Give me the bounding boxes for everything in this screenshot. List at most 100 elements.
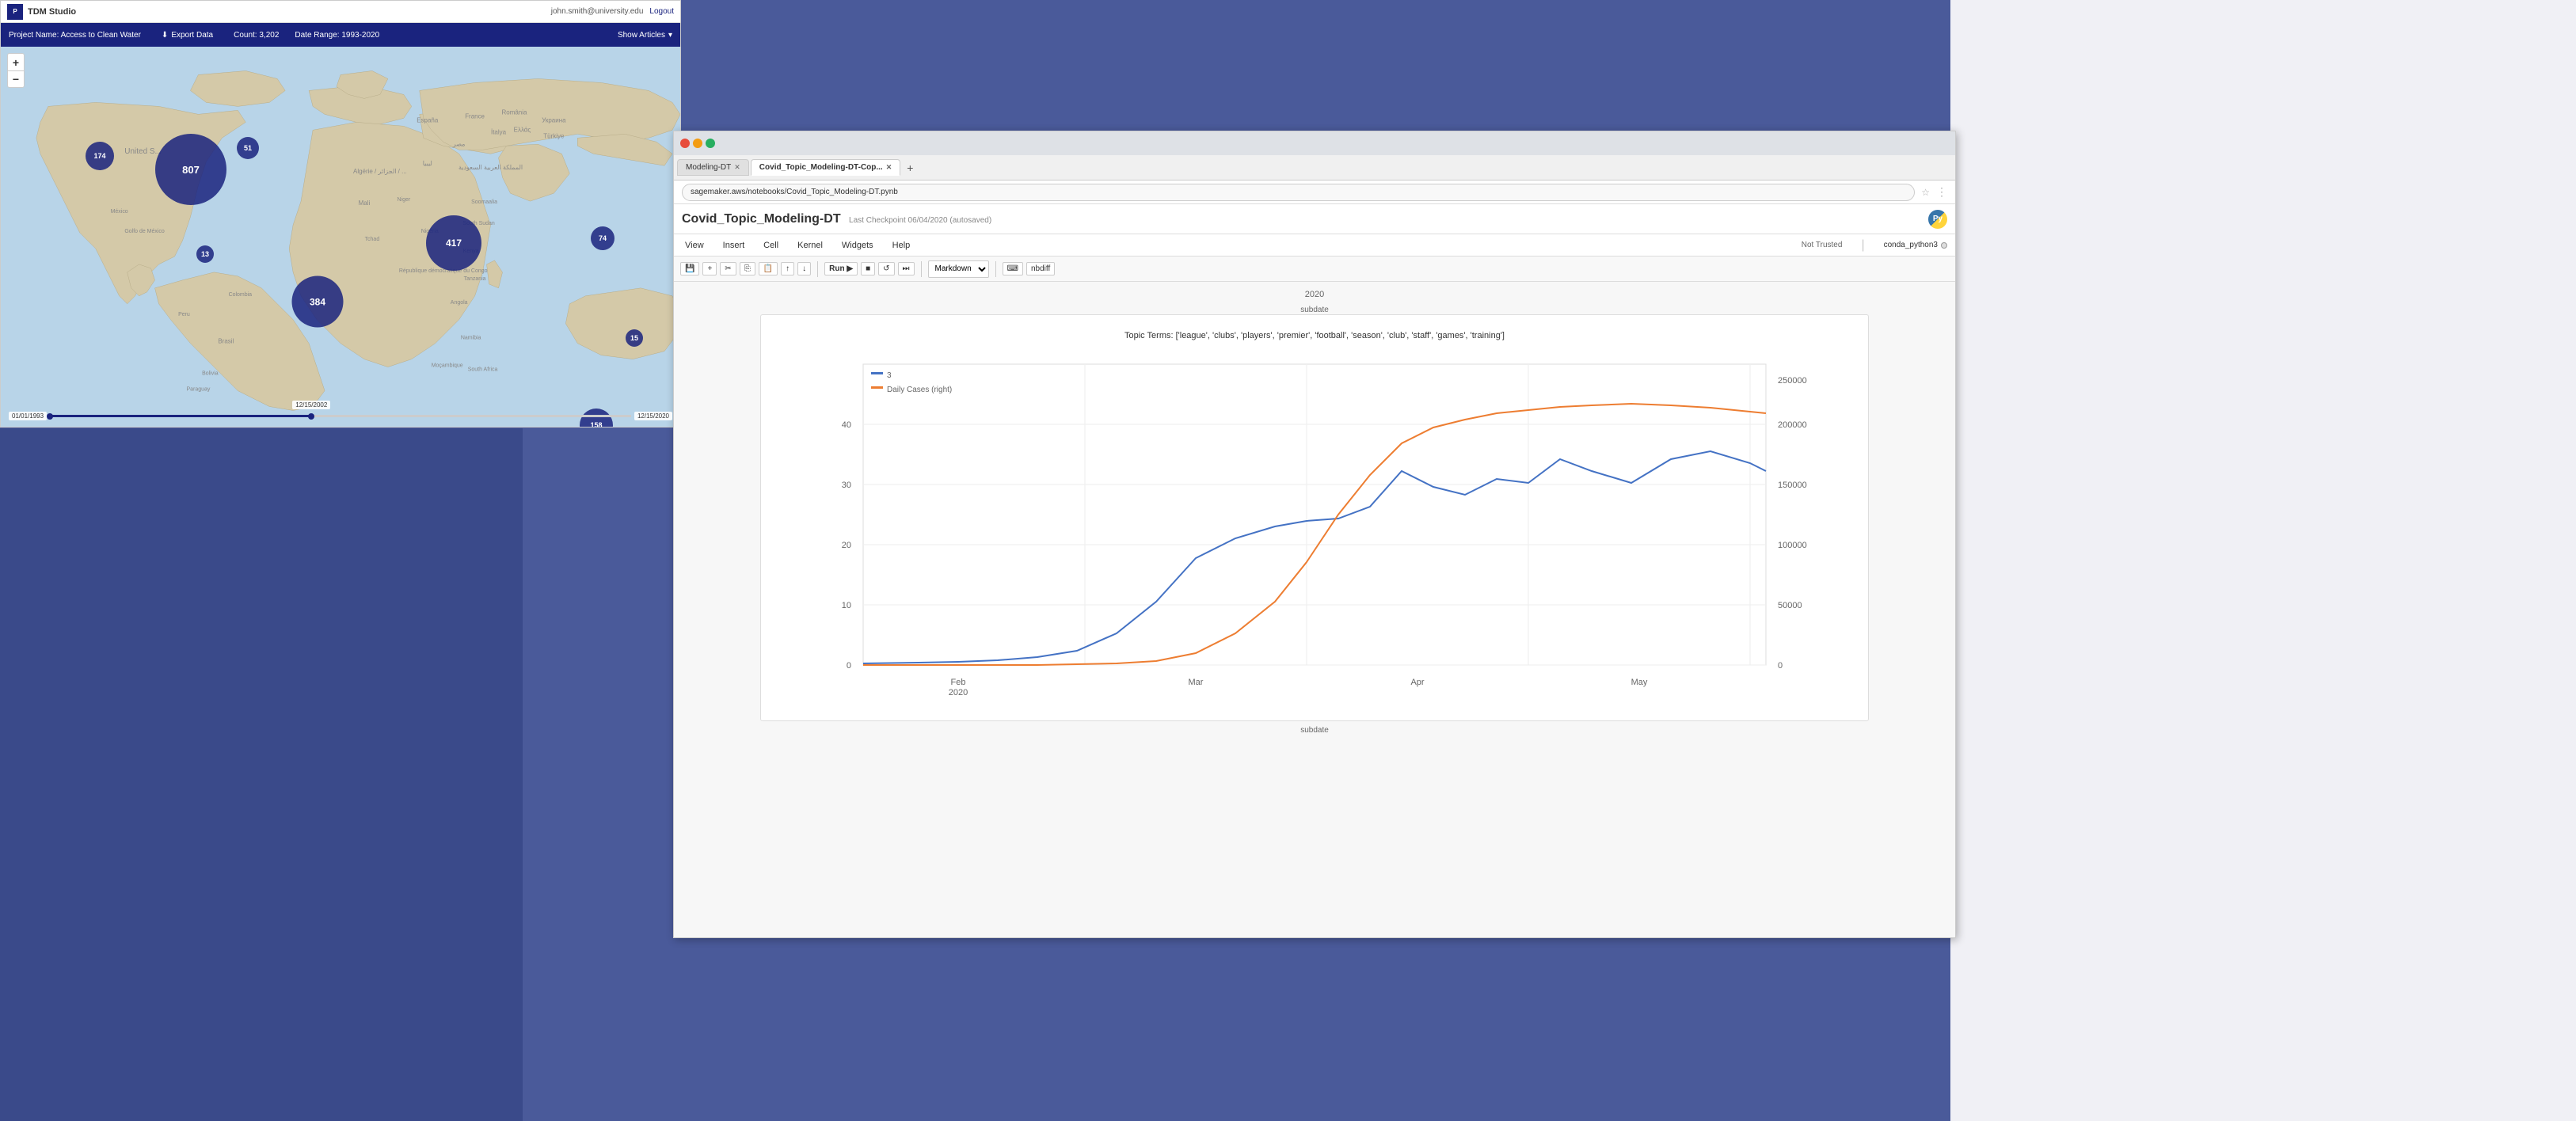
move-down-button[interactable]: ↓ — [797, 262, 811, 276]
bubble-807[interactable]: 807 — [155, 134, 226, 205]
menu-cell[interactable]: Cell — [760, 239, 782, 252]
svg-text:Apr: Apr — [1410, 678, 1424, 687]
cut-cell-button[interactable]: ✂ — [720, 262, 736, 276]
not-trusted-label[interactable]: Not Trusted — [1802, 241, 1843, 249]
nbdiff-button[interactable]: nbdiff — [1026, 262, 1055, 276]
separator-1 — [817, 261, 818, 277]
address-input[interactable] — [682, 184, 1915, 201]
restart-run-button[interactable]: ⏭ — [898, 262, 915, 276]
bubble-174[interactable]: 174 — [86, 142, 114, 170]
download-icon: ⬇ — [162, 31, 168, 40]
svg-text:Tchad: Tchad — [365, 237, 380, 242]
zoom-in-button[interactable]: + — [7, 53, 25, 70]
tdm-logo-text: P — [13, 9, 17, 15]
keyboard-shortcut-button[interactable]: ⌨ — [1003, 262, 1023, 276]
timeline-thumb[interactable] — [308, 413, 314, 420]
map-timeline: 01/01/1993 12/15/2002 12/15/2020 — [9, 412, 672, 420]
svg-text:France: France — [465, 112, 485, 120]
bubble-13[interactable]: 13 — [196, 245, 214, 263]
close-button[interactable] — [680, 139, 690, 148]
tdm-toolbar: Project Name: Access to Clean Water ⬇ Ex… — [1, 23, 680, 47]
svg-text:Algérie / الجزائر / ...: Algérie / الجزائر / ... — [353, 168, 407, 175]
notebook-content: 2020 subdate Topic Terms: ['league', 'cl… — [674, 282, 1955, 937]
tab-covid-modeling[interactable]: Covid_Topic_Modeling-DT-Cop... ✕ — [751, 159, 900, 176]
subdate-label-bottom: subdate — [706, 726, 1923, 735]
tab-close-1[interactable]: ✕ — [734, 163, 740, 172]
paste-cell-button[interactable]: 📋 — [759, 262, 778, 276]
svg-text:3: 3 — [887, 371, 892, 380]
svg-text:Ελλάς: Ελλάς — [514, 126, 531, 133]
tab-close-2[interactable]: ✕ — [886, 163, 892, 172]
svg-text:40: 40 — [842, 420, 851, 430]
svg-text:Paraguay: Paraguay — [186, 387, 210, 393]
show-articles-button[interactable]: Show Articles ▾ — [618, 31, 672, 40]
timeline-start-label: 01/01/1993 — [9, 412, 47, 420]
save-button[interactable]: 💾 — [680, 262, 699, 276]
map-container: United S... México Golfo de México Brasi… — [1, 47, 680, 427]
svg-text:Golfo de México: Golfo de México — [124, 229, 164, 234]
browser-chrome — [674, 131, 1955, 155]
world-map-svg: United S... México Golfo de México Brasi… — [1, 47, 680, 427]
menu-insert[interactable]: Insert — [720, 239, 748, 252]
bubble-417[interactable]: 417 — [426, 215, 481, 271]
bookmark-icon[interactable]: ☆ — [1921, 187, 1930, 198]
chevron-down-icon: ▾ — [668, 31, 672, 40]
bubble-384[interactable]: 384 — [292, 276, 344, 328]
svg-text:20: 20 — [842, 541, 851, 550]
tdm-titlebar: P TDM Studio john.smith@university.edu L… — [1, 1, 680, 23]
svg-text:España: España — [417, 116, 439, 124]
bubble-15[interactable]: 15 — [626, 329, 643, 347]
tdm-logo-box: P — [7, 4, 23, 20]
svg-text:România: România — [502, 108, 527, 116]
cell-type-select[interactable]: Markdown — [928, 260, 989, 278]
jupyter-menubar: View Insert Cell Kernel Widgets Help Not… — [674, 234, 1955, 256]
bg-panel-right — [1950, 0, 2576, 1121]
separator-3 — [995, 261, 996, 277]
tab-modeling-dt[interactable]: Modeling-DT ✕ — [677, 159, 749, 176]
svg-text:250000: 250000 — [1778, 376, 1807, 386]
run-button[interactable]: Run ▶ — [824, 262, 858, 276]
tdm-app-name: TDM Studio — [28, 7, 76, 17]
logout-button[interactable]: Logout — [649, 7, 674, 16]
maximize-button[interactable] — [706, 139, 715, 148]
menu-kernel[interactable]: Kernel — [794, 239, 826, 252]
copy-cell-button[interactable]: ⎘ — [740, 262, 755, 276]
bubble-51[interactable]: 51 — [237, 137, 259, 159]
count-label: Count: 3,202 — [234, 31, 279, 40]
zoom-out-button[interactable]: − — [7, 70, 25, 88]
svg-text:150000: 150000 — [1778, 481, 1807, 490]
svg-text:Colombia: Colombia — [229, 292, 253, 298]
svg-text:United S...: United S... — [124, 147, 162, 156]
svg-text:200000: 200000 — [1778, 420, 1807, 430]
export-data-button[interactable]: ⬇ Export Data — [157, 29, 218, 41]
menu-widgets[interactable]: Widgets — [839, 239, 877, 252]
minimize-button[interactable] — [693, 139, 702, 148]
run-icon: ▶ — [847, 264, 853, 273]
stop-button[interactable]: ■ — [861, 262, 875, 276]
new-tab-button[interactable]: + — [902, 162, 918, 174]
date-range-label: Date Range: 1993-2020 — [295, 31, 379, 40]
restart-button[interactable]: ↺ — [878, 262, 894, 276]
chart-title: Topic Terms: ['league', 'clubs', 'player… — [777, 331, 1852, 340]
svg-text:Daily Cases (right): Daily Cases (right) — [887, 386, 952, 394]
line-chart: 0 10 20 30 40 0 50000 100000 150000 2000… — [800, 348, 1829, 705]
timeline-track[interactable]: 12/15/2002 — [50, 415, 631, 417]
menu-help[interactable]: Help — [889, 239, 914, 252]
kernel-info: conda_python3 — [1884, 241, 1947, 249]
move-up-button[interactable]: ↑ — [781, 262, 794, 276]
svg-text:2020: 2020 — [949, 688, 968, 697]
svg-text:Moçambique: Moçambique — [432, 363, 463, 369]
menu-view[interactable]: View — [682, 239, 707, 252]
separator: | — [1861, 238, 1864, 253]
svg-text:Brasil: Brasil — [218, 338, 234, 345]
timeline-fill — [50, 415, 311, 417]
bubble-74[interactable]: 74 — [591, 226, 615, 250]
subdate-label-top: subdate — [706, 306, 1923, 314]
tdm-logo-area: P TDM Studio — [7, 4, 76, 20]
svg-text:Namibia: Namibia — [461, 336, 481, 341]
menu-icon[interactable]: ⋮ — [1936, 185, 1947, 199]
bg-panel-left — [0, 428, 523, 1121]
add-cell-button[interactable]: + — [702, 262, 717, 276]
separator-2 — [921, 261, 922, 277]
timeline-thumb-start[interactable] — [47, 413, 53, 420]
